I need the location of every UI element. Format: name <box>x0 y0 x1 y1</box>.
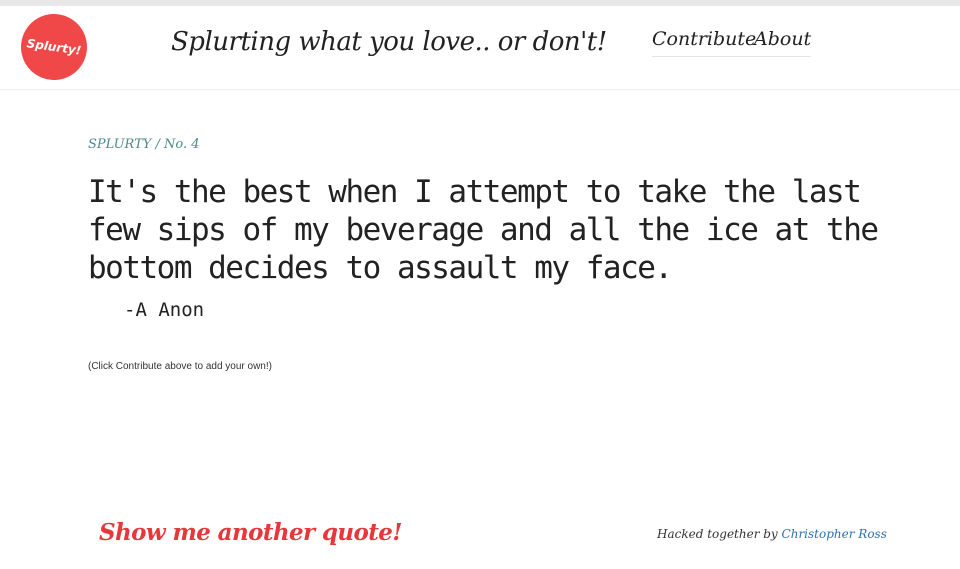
author-credit-link[interactable]: Christopher Ross <box>782 527 887 541</box>
splurty-logo[interactable]: Splurty! <box>16 9 92 85</box>
site-header: Splurty! Splurting what you love.. or do… <box>0 6 960 90</box>
another-quote-button[interactable]: Show me another quote! <box>99 519 402 546</box>
site-tagline: Splurting what you love.. or don't! <box>171 27 607 57</box>
quote-author: -A Anon <box>124 299 205 321</box>
contribute-hint: (Click Contribute above to add your own!… <box>88 361 272 372</box>
nav-contribute-link[interactable]: Contribute <box>652 28 757 57</box>
nav-about-link[interactable]: About <box>754 28 812 57</box>
footer-credits: Hacked together by Christopher Ross <box>657 527 887 541</box>
logo-text: Splurty! <box>25 36 83 58</box>
breadcrumb: SPLURTY / No. 4 <box>88 137 200 152</box>
credits-prefix: Hacked together by <box>657 527 778 541</box>
quote-text: It's the best when I attempt to take the… <box>88 174 879 286</box>
